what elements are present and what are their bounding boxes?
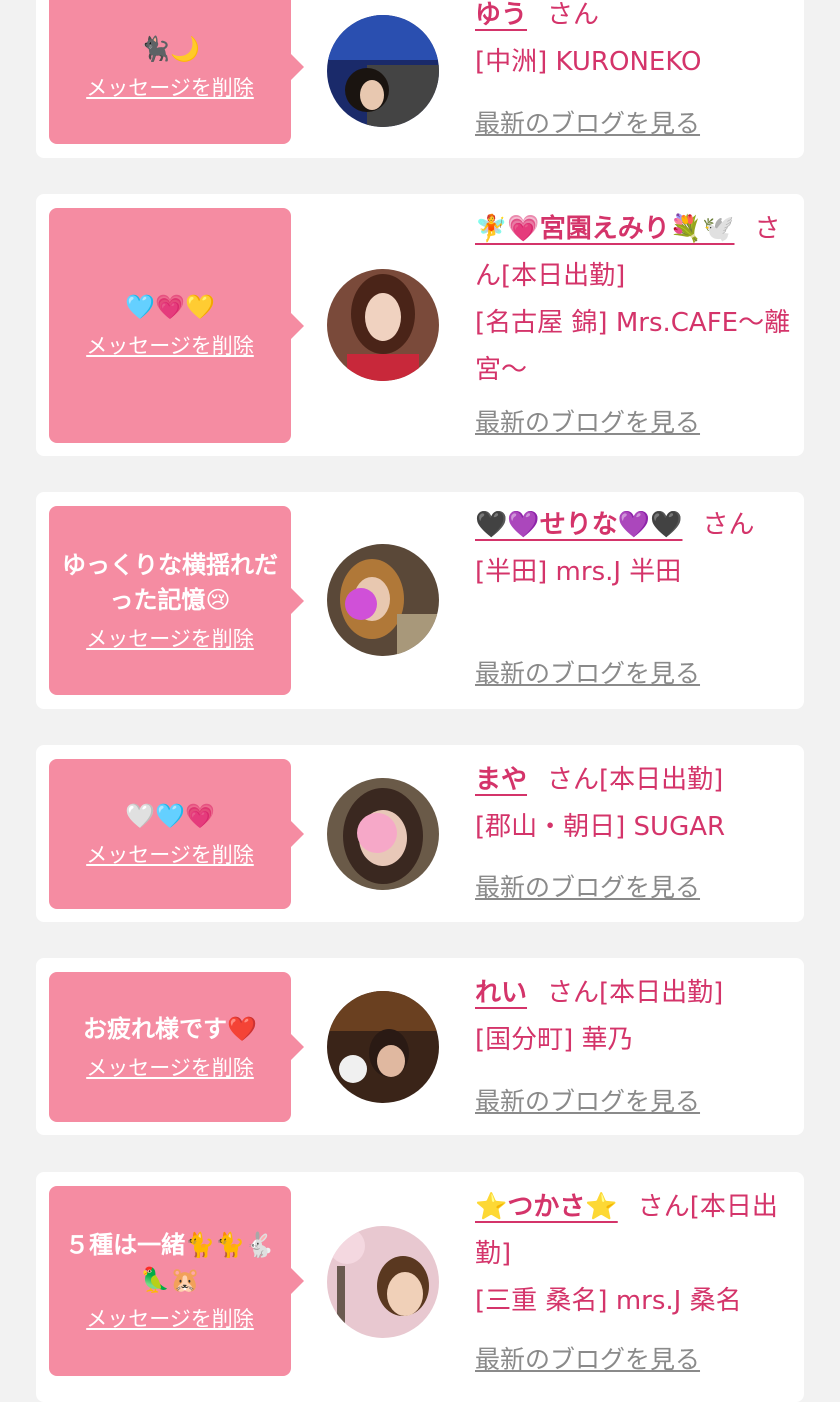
honorific: さん [637,1192,690,1222]
delete-message-link[interactable]: メッセージを削除 [86,624,254,654]
cast-name-link[interactable]: ⭐️つかさ⭐️ [475,1192,618,1222]
profile-info: ⭐️つかさ⭐️ さん[本日出勤] [三重 桑名] mrs.J 桑名 [475,1184,791,1325]
cast-name-link[interactable]: れい [475,978,527,1008]
status-text: [本日出勤] [599,765,724,795]
message-text: 🤍🩵💗 [125,801,215,830]
message-text: 🩵💗💛 [125,293,215,321]
message-bubble: ５種は一緒🐈🐈🐇🦜🐹 メッセージを削除 [49,1186,304,1376]
avatar[interactable] [327,778,439,890]
message-bubble: 🩵💗💛 メッセージを削除 [49,208,304,443]
message-text: お疲れ様です❤️ [83,1014,257,1043]
cast-name-link[interactable]: 🧚💗宮園えみり💐🕊️ [475,214,735,244]
message-bubble: 🐈‍⬛🌙 メッセージを削除 [49,0,304,144]
latest-blog-link[interactable]: 最新のブログを見る [475,657,700,691]
favorite-card: 🤍🩵💗 メッセージを削除 まや さん[本日出勤] [郡山・朝日] SUGAR 最新… [36,745,804,922]
message-text: ゆっくりな横揺れだった記憶😢 [62,550,278,614]
honorific: さん [547,765,600,795]
favorite-card: ５種は一緒🐈🐈🐇🦜🐹 メッセージを削除 ⭐️つかさ⭐️ さん[本日出勤] [三重 … [36,1172,804,1402]
delete-message-link[interactable]: メッセージを削除 [86,1304,254,1334]
delete-message-link[interactable]: メッセージを削除 [86,1053,254,1083]
honorific: さん [547,978,600,1008]
avatar[interactable] [327,1226,439,1338]
latest-blog-link[interactable]: 最新のブログを見る [475,107,700,141]
message-bubble: ゆっくりな横揺れだった記憶😢 メッセージを削除 [49,506,304,695]
profile-info: れい さん[本日出勤] [国分町] 華乃 [475,970,791,1064]
delete-message-link[interactable]: メッセージを削除 [86,73,254,103]
profile-info: ゆう さん [中洲] KURONEKO [475,0,791,86]
favorite-card: 🩵💗💛 メッセージを削除 🧚💗宮園えみり💐🕊️ さん[本日出勤] [名古屋 錦] … [36,194,804,456]
avatar[interactable] [327,15,439,127]
message-bubble: 🤍🩵💗 メッセージを削除 [49,759,304,909]
cast-name-link[interactable]: 🖤💜せりな💜🖤 [475,510,683,540]
latest-blog-link[interactable]: 最新のブログを見る [475,1085,700,1119]
cast-name-link[interactable]: まや [475,765,527,795]
latest-blog-link[interactable]: 最新のブログを見る [475,1343,700,1377]
shop-name: [半田] mrs.J 半田 [475,557,682,587]
delete-message-link[interactable]: メッセージを削除 [86,331,254,361]
latest-blog-link[interactable]: 最新のブログを見る [475,871,700,905]
message-text: ５種は一緒🐈🐈🐇🦜🐹 [65,1231,275,1294]
profile-info: 🧚💗宮園えみり💐🕊️ さん[本日出勤] [名古屋 錦] Mrs.CAFE〜離宮〜 [475,206,791,394]
profile-info: まや さん[本日出勤] [郡山・朝日] SUGAR [475,757,791,851]
shop-name: [名古屋 錦] Mrs.CAFE〜離宮〜 [475,308,791,385]
delete-message-link[interactable]: メッセージを削除 [86,840,254,870]
avatar[interactable] [327,544,439,656]
message-text: 🐈‍⬛🌙 [140,34,200,63]
cast-name-link[interactable]: ゆう [475,0,527,30]
profile-info: 🖤💜せりな💜🖤 さん [半田] mrs.J 半田 [475,502,791,596]
latest-blog-link[interactable]: 最新のブログを見る [475,406,700,440]
honorific: さん [547,0,600,30]
honorific: さん [702,510,755,540]
favorite-card: お疲れ様です❤️ メッセージを削除 れい さん[本日出勤] [国分町] 華乃 最新… [36,958,804,1135]
status-text: [本日出勤] [501,261,626,291]
favorite-card: 🐈‍⬛🌙 メッセージを削除 ゆう さん [中洲] KURONEKO 最新のブログを… [36,0,804,158]
shop-name: [国分町] 華乃 [475,1025,634,1055]
shop-name: [中洲] KURONEKO [475,47,702,77]
shop-name: [郡山・朝日] SUGAR [475,812,726,842]
shop-name: [三重 桑名] mrs.J 桑名 [475,1286,742,1316]
favorite-card: ゆっくりな横揺れだった記憶😢 メッセージを削除 🖤💜せりな💜🖤 さん [半田] m… [36,492,804,709]
message-bubble: お疲れ様です❤️ メッセージを削除 [49,972,304,1122]
avatar[interactable] [327,991,439,1103]
status-text: [本日出勤] [599,978,724,1008]
avatar[interactable] [327,269,439,381]
